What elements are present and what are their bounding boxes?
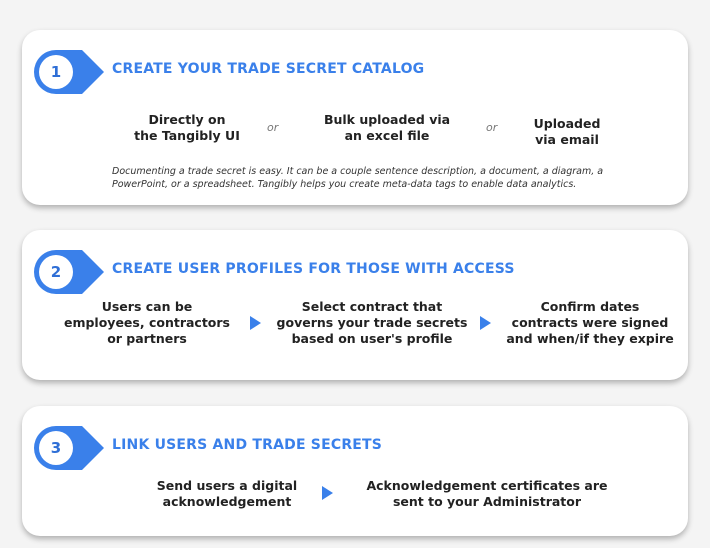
- step-3-title: LINK USERS AND TRADE SECRETS: [112, 437, 383, 453]
- step-2-arrow-1-icon: [250, 316, 261, 330]
- step-2-badge: 2: [34, 250, 104, 294]
- step-1-card: 1 CREATE YOUR TRADE SECRET CATALOG Direc…: [22, 30, 688, 205]
- step-3-item-send: Send users a digital acknowledgement: [156, 478, 298, 509]
- step-3-card: 3 LINK USERS AND TRADE SECRETS Send user…: [22, 406, 688, 536]
- step-3-arrow-icon: [322, 486, 333, 500]
- step-2-title: CREATE USER PROFILES FOR THOSE WITH ACCE…: [112, 261, 515, 277]
- step-2-item-dates: Confirm dates contracts were signed and …: [506, 299, 674, 346]
- step-3-number: 3: [50, 439, 62, 457]
- step-2-arrow-2-icon: [480, 316, 491, 330]
- step-1-number: 1: [50, 63, 62, 81]
- step-1-or-1: or: [267, 121, 279, 134]
- step-1-title: CREATE YOUR TRADE SECRET CATALOG: [112, 61, 425, 77]
- step-3-item-certificates: Acknowledgement certificates are sent to…: [366, 478, 608, 509]
- step-1-badge: 1: [34, 50, 104, 94]
- step-2-item-users: Users can be employees, contractors or p…: [63, 299, 230, 346]
- step-1-or-2: or: [486, 121, 498, 134]
- step-1-note: Documenting a trade secret is easy. It c…: [112, 166, 604, 190]
- step-3-badge: 3: [34, 426, 104, 470]
- step-2-card: 2 CREATE USER PROFILES FOR THOSE WITH AC…: [22, 230, 688, 380]
- step-2-number: 2: [50, 263, 62, 281]
- step-1-item-ui: Directly on the Tangibly UI: [134, 112, 240, 143]
- step-1-item-excel: Bulk uploaded via an excel file: [323, 112, 451, 143]
- step-1-item-email: Uploaded via email: [533, 116, 601, 147]
- step-2-item-contract: Select contract that governs your trade …: [276, 299, 468, 346]
